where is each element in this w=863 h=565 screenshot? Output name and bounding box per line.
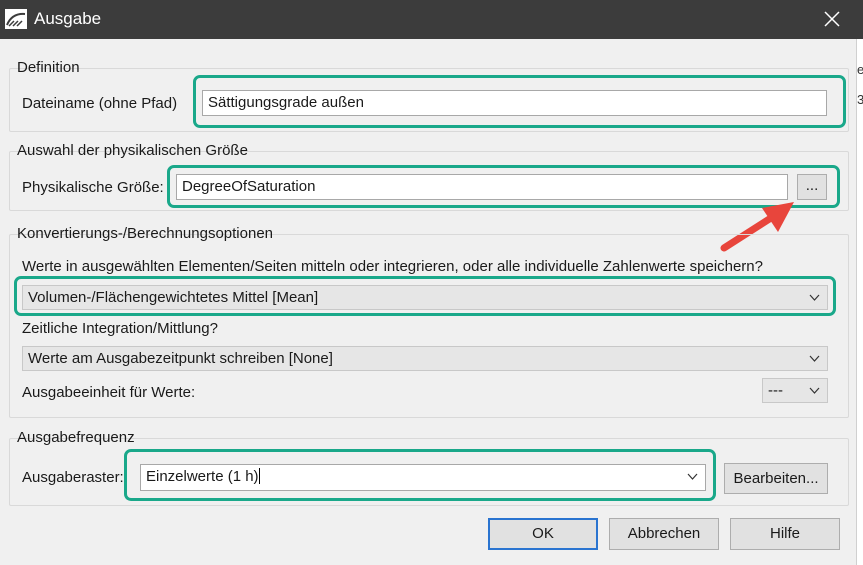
background-window-edge xyxy=(856,39,863,565)
time-integration-dropdown[interactable]: Werte am Ausgabezeitpunkt schreiben [Non… xyxy=(22,346,828,371)
output-unit-value: --- xyxy=(768,382,783,399)
output-raster-label: Ausgaberaster: xyxy=(22,469,124,486)
average-question-label: Werte in ausgewählten Elementen/Seiten m… xyxy=(22,258,763,275)
ok-button[interactable]: OK xyxy=(488,518,598,550)
time-integration-value: Werte am Ausgabezeitpunkt schreiben [Non… xyxy=(28,350,333,367)
background-text-fragment: 3 xyxy=(857,92,863,107)
chevron-down-icon xyxy=(809,355,820,362)
output-unit-label: Ausgabeeinheit für Werte: xyxy=(22,384,196,401)
quantity-group-title: Auswahl der physikalischen Größe xyxy=(17,142,248,159)
frequency-group-title: Ausgabefrequenz xyxy=(17,429,135,446)
filename-label: Dateiname (ohne Pfad) xyxy=(22,95,178,112)
background-text-fragment: e xyxy=(857,62,863,77)
landscape-icon xyxy=(5,9,27,29)
edit-raster-button[interactable]: Bearbeiten... xyxy=(724,463,828,494)
highlight-box xyxy=(193,75,846,128)
highlight-box xyxy=(14,276,836,316)
title-bar: Ausgabe xyxy=(0,0,863,39)
help-button[interactable]: Hilfe xyxy=(730,518,840,550)
close-icon[interactable] xyxy=(812,5,852,33)
definition-group-title: Definition xyxy=(17,59,80,76)
chevron-down-icon xyxy=(809,387,820,394)
quantity-label: Physikalische Größe: xyxy=(22,179,164,196)
conversion-group-title: Konvertierungs-/Berechnungsoptionen xyxy=(17,225,274,242)
highlight-box xyxy=(124,449,716,501)
time-question-label: Zeitliche Integration/Mittlung? xyxy=(22,320,218,337)
window-title: Ausgabe xyxy=(34,9,102,28)
cancel-button[interactable]: Abbrechen xyxy=(609,518,719,550)
output-unit-dropdown[interactable]: --- xyxy=(762,378,828,403)
